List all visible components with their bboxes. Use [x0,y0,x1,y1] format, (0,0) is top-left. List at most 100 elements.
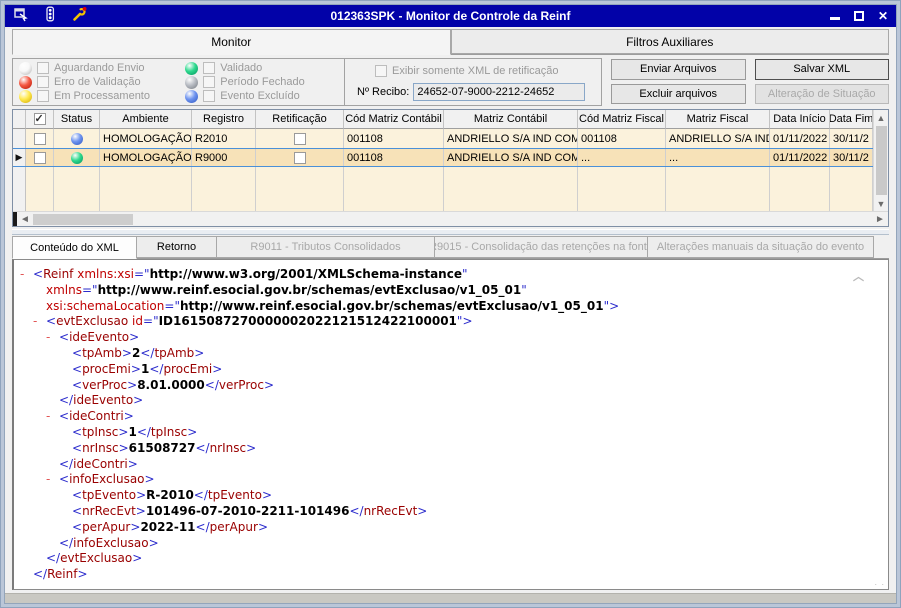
exibir-retificacao-checkbox[interactable] [375,65,387,77]
xml-viewer[interactable]: - <Reinf xmlns:xsi="http://www.w3.org/200… [12,259,889,590]
legend-box: Aguardando Envio Erro de Validação Em Proc… [12,58,602,106]
legend-items: Aguardando Envio Erro de Validação Em Proc… [13,59,345,105]
xml-line: - <infoExclusao> [46,472,155,488]
form-window-icon[interactable] [13,6,29,27]
maximize-button[interactable] [853,11,864,21]
tab-monitor[interactable]: Monitor [12,29,451,55]
panel-splitter[interactable] [12,229,889,235]
xml-line: - <ideEvento> [46,330,140,346]
tab-r9011-tributos-consolidados: R9011 - Tributos Consolidados [217,236,435,258]
legend-checkbox-4[interactable] [203,76,216,88]
resize-grip-icon[interactable]: . . [874,577,885,587]
xml-line: </infoExclusao> [59,535,159,550]
xml-line: <tpInsc>1</tpInsc> [72,424,198,439]
xml-line: <perApur>2022-11</perApur> [72,519,268,534]
xml-content: - <Reinf xmlns:xsi="http://www.w3.org/200… [14,267,888,583]
salvar-xml-button[interactable]: Salvar XML [754,59,889,80]
grid-vertical-scrollbar[interactable]: ▲ ▼ [873,110,888,211]
legend-label: Em Processamento [54,90,150,102]
checked-checkbox-icon [33,112,46,125]
xml-line: </ideEvento> [59,393,144,408]
table-row[interactable]: ▶ HOMOLOGAÇÃO R9000 001108 ANDRIELLO S/A IND… [13,148,873,167]
xml-line: <procEmi>1</procEmi> [72,361,223,376]
col-cod-matriz-fiscal[interactable]: Cód Matriz Fiscal [578,110,666,129]
main-area: Monitor Filtros Auxiliares Aguardando En… [5,27,896,593]
scroll-right-icon[interactable]: ► [872,212,888,226]
window-title: 012363SPK - Monitor de Controle da Reinf [330,9,571,23]
col-ambiente[interactable]: Ambiente [100,110,192,129]
collapse-toggle-icon[interactable]: - [46,330,59,346]
col-retificacao[interactable]: Retificação [256,110,344,129]
select-all-header[interactable] [26,110,54,129]
collapse-toggle-icon[interactable]: - [46,409,59,425]
collapse-toggle-icon[interactable]: - [46,472,59,488]
grid-horizontal-scrollbar[interactable]: ◄ ► [13,211,888,226]
col-matriz-fiscal[interactable]: Matriz Fiscal [666,110,770,129]
col-data-fim[interactable]: Data Fim [830,110,873,129]
status-ball-icon [19,75,32,89]
legend-label: Evento Excluído [220,90,300,102]
collapse-toggle-icon[interactable]: - [33,314,46,330]
xml-line: xsi:schemaLocation="http://www.reinf.eso… [46,298,620,313]
xml-line: - <ideContri> [46,409,134,425]
scroll-left-icon[interactable]: ◄ [17,212,33,226]
titlebar[interactable]: 012363SPK - Monitor de Controle da Reinf… [5,5,896,27]
col-status[interactable]: Status [54,110,100,129]
collapse-toggle-icon[interactable]: - [20,267,33,283]
tab-filtros-auxiliares[interactable]: Filtros Auxiliares [450,29,889,54]
traffic-light-icon[interactable] [42,6,58,27]
tab-retorno[interactable]: Retorno [137,236,217,258]
status-ball-icon [70,132,83,145]
row-checkbox[interactable] [33,151,46,164]
legend-checkbox-3[interactable] [203,62,216,74]
xml-line: - <evtExclusao id="ID16150872700000020221… [33,314,473,330]
xml-line: <nrRecEvt>101496-07-2010-2211-101496</nr… [72,503,428,518]
xml-line: </evtExclusao> [46,551,143,566]
tab-r9015-consolida-o-das-reten-es-na-fonte: R9015 - Consolidação das retenções na fo… [435,236,648,258]
tab-conte-do-do-xml[interactable]: Conteúdo do XML [12,236,137,259]
legend-label: Período Fechado [220,76,305,88]
wrench-icon[interactable] [71,6,88,27]
window-frame: 012363SPK - Monitor de Controle da Reinf… [0,0,901,608]
legend-checkbox-0[interactable] [37,62,49,74]
recibo-area: Exibir somente XML de retificação Nº Rec… [345,59,601,105]
col-registro[interactable]: Registro [192,110,256,129]
hscroll-thumb[interactable] [33,213,133,225]
minimize-button[interactable] [829,11,840,21]
xml-scroll-up-icon[interactable]: ︿ [853,268,864,284]
col-matriz-contabil[interactable]: Matriz Contábil [444,110,578,129]
recibo-input[interactable] [413,83,586,101]
table-row[interactable]: HOMOLOGAÇÃO R2010 001108 ANDRIELLO S/A IND … [13,129,873,148]
main-tabbar: Monitor Filtros Auxiliares [12,29,889,55]
legend-checkbox-1[interactable] [37,76,49,88]
grid-empty-area [13,167,873,211]
grid-table: Status Ambiente Registro Retificação Cód… [13,110,873,211]
legend-item: Período Fechado [185,75,340,89]
enviar-arquivos-button[interactable]: Enviar Arquivos [611,59,746,80]
status-ball-icon [185,89,199,103]
close-button[interactable]: ✕ [878,10,888,22]
filter-row: Aguardando Envio Erro de Validação Em Proc… [12,58,889,106]
scroll-up-icon[interactable]: ▲ [874,110,888,125]
grid-header-row: Status Ambiente Registro Retificação Cód… [13,110,873,129]
legend-item: Erro de Validação [19,75,185,89]
retificacao-checkbox[interactable] [293,132,306,145]
xml-line: <tpEvento>R-2010</tpEvento> [72,488,273,503]
legend-item: Aguardando Envio [19,61,185,75]
legend-label: Aguardando Envio [54,62,145,74]
col-cod-matriz-contabil[interactable]: Cód Matriz Contábil [344,110,444,129]
current-row-icon: ▶ [15,152,23,162]
xml-line: <tpAmb>2</tpAmb> [72,345,205,360]
legend-checkbox-5[interactable] [203,90,216,102]
vscroll-thumb[interactable] [875,126,887,195]
status-ball-icon [19,89,32,103]
excluir-arquivos-button[interactable]: Excluir arquivos [611,83,746,104]
legend-checkbox-2[interactable] [37,90,49,102]
exibir-retificacao-label: Exibir somente XML de retificação [392,65,559,77]
retificacao-checkbox[interactable] [293,151,306,164]
row-checkbox[interactable] [33,132,46,145]
legend-label: Validado [220,62,263,74]
col-data-inicio[interactable]: Data Início [770,110,830,129]
scroll-down-icon[interactable]: ▼ [874,196,888,211]
action-buttons: Enviar Arquivos Salvar XML Excluir arqui… [611,58,889,106]
